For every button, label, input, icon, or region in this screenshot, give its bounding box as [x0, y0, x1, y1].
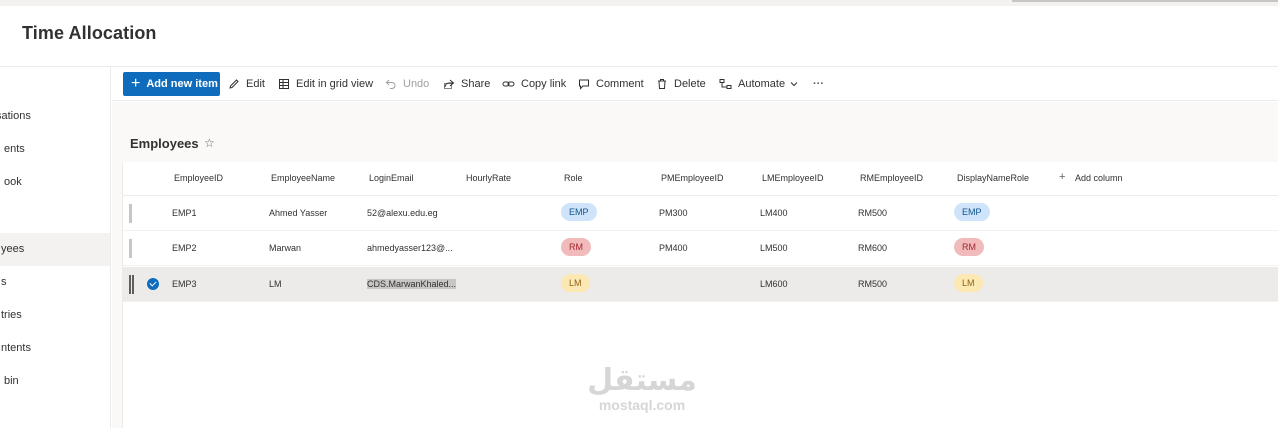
watermark-latin: mostaql.com: [598, 397, 686, 413]
delete-label: Delete: [674, 78, 706, 90]
automate-button[interactable]: Automate: [719, 73, 799, 95]
cell-pmemployeeid: PM300: [659, 208, 688, 218]
table-row[interactable]: EMP1 Ahmed Yasser 52@alexu.edu.eg EMP PM…: [123, 196, 1278, 231]
nav-item-conversations[interactable]: sations: [0, 100, 110, 133]
nav-item-label: ook: [4, 176, 22, 188]
row-selector-handle[interactable]: [129, 204, 132, 223]
column-header-employeeid[interactable]: EmployeeID: [174, 173, 223, 183]
role-badge: LM: [561, 274, 590, 292]
top-strip-line: [1012, 0, 1278, 2]
nav-item-blank[interactable]: [0, 199, 110, 232]
watermark-logo: مستقل mostaql.com: [582, 363, 702, 414]
plus-icon: +: [131, 75, 141, 92]
grid-header-row: EmployeeID EmployeeName LoginEmail Hourl…: [123, 162, 1278, 196]
left-navigation: sations ents ook yees s tries ntents bin: [0, 67, 111, 428]
comment-icon: [579, 79, 589, 90]
nav-item-label: sations: [0, 110, 31, 122]
command-bar: + Add new item Edit Edit in grid view Un…: [112, 67, 1278, 101]
cell-employeename: LM: [269, 279, 282, 289]
table-row[interactable]: EMP2 Marwan ahmedyasser123@... RM PM400 …: [123, 231, 1278, 266]
displaynamerole-badge: EMP: [954, 203, 990, 221]
row-drag-handle[interactable]: [129, 275, 134, 294]
nav-item-label: yees: [1, 243, 25, 255]
displaynamerole-badge: LM: [954, 274, 983, 292]
column-header-role[interactable]: Role: [564, 173, 583, 183]
nav-item-label: ents: [4, 143, 25, 155]
row-selector-handle[interactable]: [129, 239, 132, 258]
grid-icon: [279, 79, 289, 89]
column-header-employeename[interactable]: EmployeeName: [271, 173, 335, 183]
nav-item-entries[interactable]: tries: [0, 299, 110, 332]
automate-label: Automate: [738, 78, 786, 90]
cell-lmemployeeid: LM500: [760, 243, 788, 253]
comment-label: Comment: [596, 78, 644, 90]
add-column-button[interactable]: Add column: [1075, 173, 1123, 183]
column-header-rmemployeeid[interactable]: RMEmployeeID: [860, 173, 923, 183]
list-title: Employees: [130, 136, 199, 151]
cell-employeename: Marwan: [269, 243, 302, 253]
nav-item-recycle-bin[interactable]: bin: [0, 365, 110, 398]
watermark-arabic: مستقل: [587, 363, 697, 398]
column-header-lmemployeeid[interactable]: LMEmployeeID: [762, 173, 824, 183]
cell-pmemployeeid: PM400: [659, 243, 688, 253]
cell-rmemployeeid: RM500: [858, 208, 888, 218]
more-icon: ···: [813, 78, 824, 90]
checkmark-circle-icon[interactable]: [147, 278, 159, 290]
cell-lmemployeeid: LM400: [760, 208, 788, 218]
role-badge: RM: [561, 238, 591, 256]
edit-button[interactable]: Edit: [228, 73, 265, 95]
chevron-down-icon: [790, 82, 798, 87]
nav-item-notebook[interactable]: ook: [0, 166, 110, 199]
site-title[interactable]: Time Allocation: [22, 23, 157, 44]
share-label: Share: [461, 78, 491, 90]
column-header-displaynamerole[interactable]: DisplayNameRole: [957, 173, 1029, 183]
link-icon: [502, 81, 515, 87]
delete-button[interactable]: Delete: [656, 73, 706, 95]
share-icon: [444, 79, 455, 89]
edit-label: Edit: [246, 78, 265, 90]
edit-grid-view-button[interactable]: Edit in grid view: [278, 73, 373, 95]
nav-item-employees[interactable]: yees: [0, 233, 110, 266]
undo-button[interactable]: Undo: [385, 73, 429, 95]
add-new-item-label: Add new item: [146, 78, 218, 90]
nav-item-s[interactable]: s: [0, 266, 110, 299]
nav-item-label: tries: [1, 309, 22, 321]
cell-rmemployeeid: RM600: [858, 243, 888, 253]
table-row[interactable]: EMP3 LM CDS.MarwanKhaled... LM LM600 RM5…: [123, 267, 1278, 302]
nav-item-documents[interactable]: ents: [0, 133, 110, 166]
pencil-icon: [229, 79, 239, 89]
copy-link-label: Copy link: [521, 78, 567, 90]
cell-employeename: Ahmed Yasser: [269, 208, 328, 218]
plus-icon: +: [1059, 171, 1066, 183]
cell-lmemployeeid: LM600: [760, 279, 788, 289]
automate-icon: [719, 79, 732, 89]
nav-item-label: ntents: [1, 342, 31, 354]
nav-item-site-contents[interactable]: ntents: [0, 332, 110, 365]
cell-loginemail[interactable]: CDS.MarwanKhaled...: [367, 279, 457, 289]
copy-link-button[interactable]: Copy link: [502, 73, 566, 95]
more-options-button[interactable]: ···: [813, 73, 824, 95]
cell-employeeid: EMP2: [172, 243, 197, 253]
displaynamerole-badge: RM: [954, 238, 984, 256]
edit-grid-view-label: Edit in grid view: [296, 78, 374, 90]
nav-item-label: s: [1, 276, 7, 288]
column-header-loginemail[interactable]: LoginEmail: [369, 173, 414, 183]
nav-item-label: bin: [4, 375, 19, 387]
undo-icon: [385, 79, 396, 89]
cell-employeeid: EMP3: [172, 279, 197, 289]
share-button[interactable]: Share: [443, 73, 490, 95]
add-new-item-button[interactable]: + Add new item: [123, 72, 220, 96]
cell-rmemployeeid: RM500: [858, 279, 888, 289]
column-header-hourlyrate[interactable]: HourlyRate: [466, 173, 511, 183]
star-icon[interactable]: ☆: [204, 136, 215, 150]
undo-label: Undo: [403, 78, 430, 90]
cell-employeeid: EMP1: [172, 208, 197, 218]
role-badge: EMP: [561, 203, 597, 221]
trash-icon: [658, 79, 666, 89]
cell-loginemail: 52@alexu.edu.eg: [367, 208, 438, 218]
site-header: Time Allocation: [0, 6, 1278, 67]
cell-loginemail: ahmedyasser123@...: [367, 243, 453, 253]
comment-button[interactable]: Comment: [578, 73, 644, 95]
column-header-pmemployeeid[interactable]: PMEmployeeID: [661, 173, 724, 183]
